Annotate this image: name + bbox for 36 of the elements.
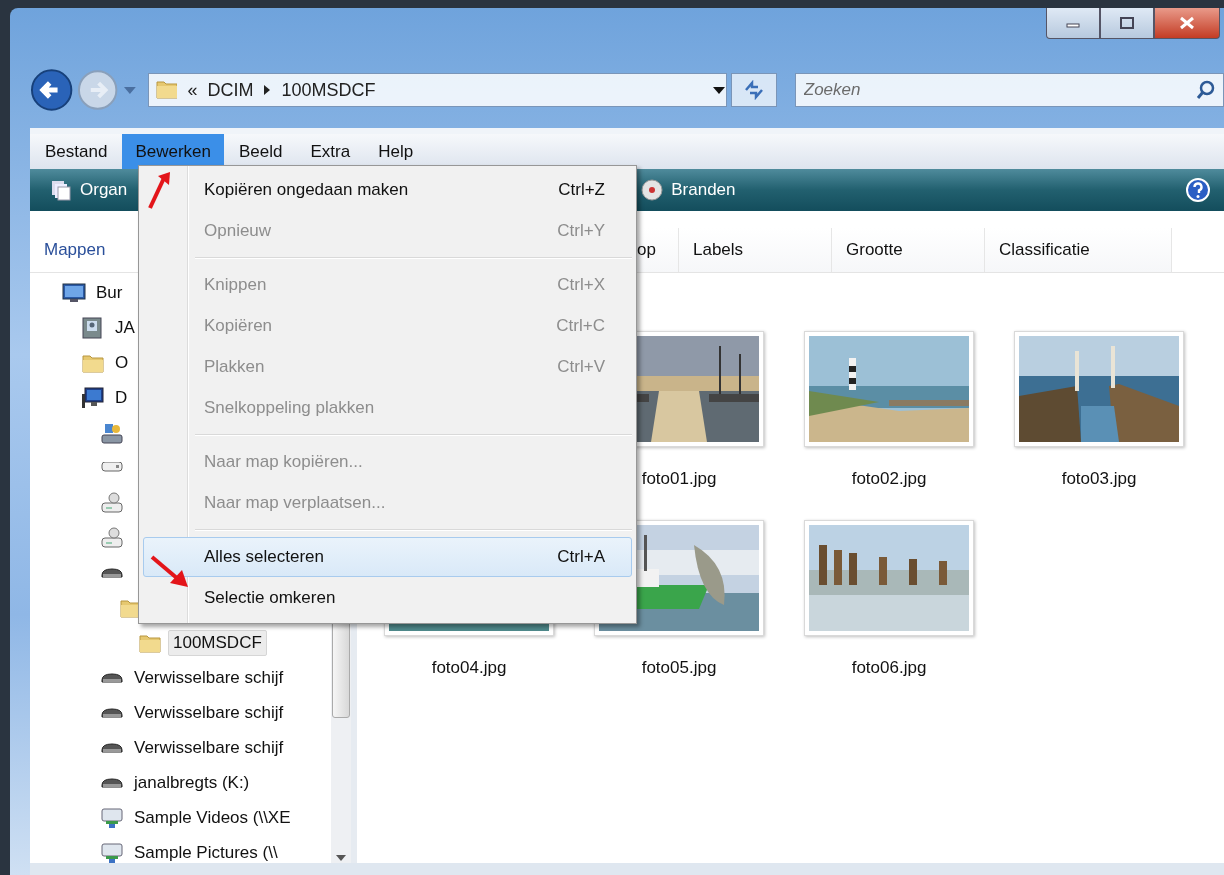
menu-item[interactable]: Bestand (32, 134, 121, 169)
tree-item[interactable]: Sample Videos (\\XE (130, 805, 295, 830)
tree-item[interactable]: Sample Pictures (\\ (130, 840, 282, 863)
file-name[interactable]: foto03.jpg (1061, 469, 1137, 493)
menu-item[interactable]: Extra (297, 134, 364, 169)
pane-title[interactable]: Mappen (44, 240, 106, 260)
menu-item[interactable]: Help (365, 134, 427, 169)
menu-item[interactable]: Selectie omkeren (143, 578, 632, 618)
tree-item[interactable]: Bur (92, 280, 127, 305)
menu-item[interactable]: Bewerken (122, 134, 224, 169)
search-field[interactable]: Zoeken (794, 73, 1224, 107)
tree-item[interactable]: 100MSDCF (168, 629, 267, 656)
tree-item[interactable]: Verwisselbare schijf (130, 735, 288, 760)
menu-item[interactable]: Beeld (226, 134, 296, 169)
toolbar-button[interactable]: Organ (44, 175, 134, 205)
tree-item[interactable]: O (111, 350, 133, 375)
breadcrumb-overflow[interactable]: « (187, 79, 198, 101)
tree-item[interactable]: janalbregts (K:) (130, 770, 254, 795)
file-name[interactable]: foto04.jpg (431, 658, 507, 682)
file-name[interactable]: foto01.jpg (641, 469, 717, 493)
address-bar[interactable]: « DCIM 100MSDCF (148, 73, 728, 107)
column-header[interactable]: Grootte (832, 228, 985, 272)
tree-item[interactable]: D (111, 385, 132, 410)
breadcrumb-item[interactable]: DCIM (207, 79, 254, 101)
file-name[interactable]: foto06.jpg (851, 658, 927, 682)
toolbar-button[interactable]: Branden (635, 175, 742, 205)
column-header[interactable]: Labels (679, 228, 832, 272)
breadcrumb-item[interactable]: 100MSDCF (281, 79, 376, 101)
tree-item[interactable]: Verwisselbare schijf (130, 665, 288, 690)
file-name[interactable]: foto05.jpg (641, 658, 717, 682)
tree-item[interactable]: Verwisselbare schijf (130, 700, 288, 725)
menu-item[interactable]: Alles selecteren Ctrl+A (143, 537, 632, 577)
tree-item[interactable]: JA (111, 315, 139, 340)
file-name[interactable]: foto02.jpg (851, 469, 927, 493)
column-header[interactable]: Classificatie (985, 228, 1172, 272)
menu-item[interactable]: Kopiëren ongedaan maken Ctrl+Z (143, 170, 632, 210)
